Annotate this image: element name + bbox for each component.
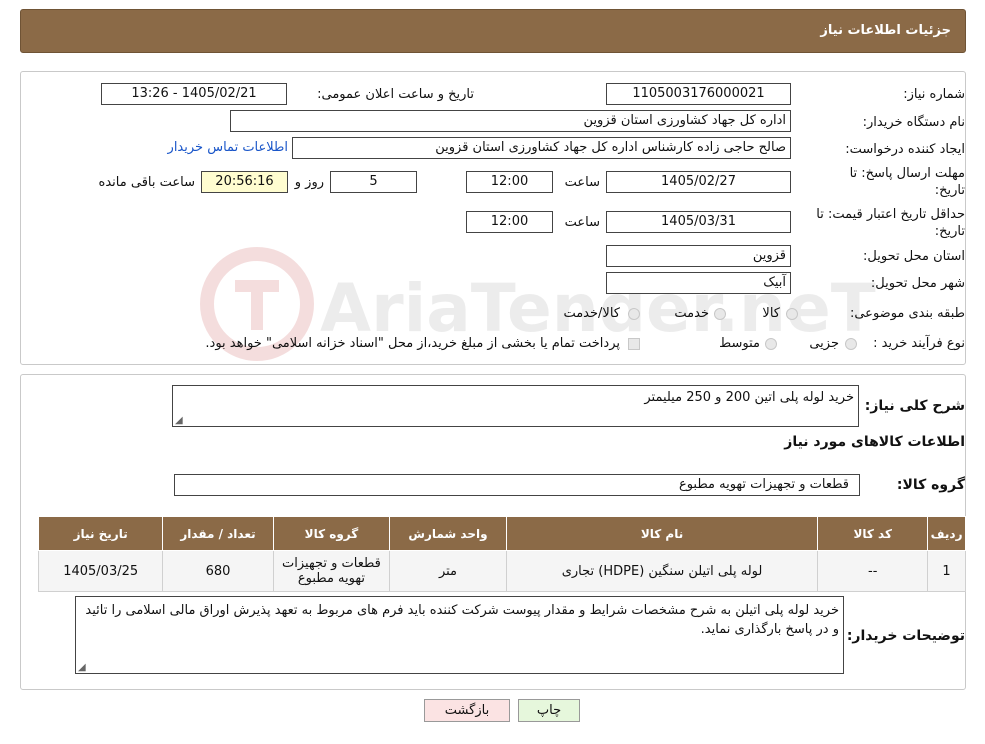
days-field[interactable]: 5 [330, 171, 417, 193]
goods-info-title: اطلاعات کالاهای مورد نیاز [784, 434, 965, 450]
cell-row: 1 [927, 550, 966, 592]
announce-label: تاریخ و ساعت اعلان عمومی: [317, 87, 474, 102]
province-label: استان محل تحویل: [863, 249, 965, 264]
goods-group-label: گروه کالا: [896, 477, 965, 493]
province-field[interactable]: قزوین [606, 245, 791, 267]
validity-time-field[interactable]: 12:00 [466, 211, 553, 233]
col-code: کد کالا [817, 516, 929, 551]
items-table-header: ردیف کد کالا نام کالا واحد شمارش گروه کا… [37, 516, 966, 551]
cell-quantity: 680 [162, 550, 274, 592]
resize-grip-icon[interactable]: ◢ [78, 662, 86, 673]
deadline-date-field[interactable]: 1405/02/27 [606, 171, 791, 193]
deadline-label-date: تاریخ: [934, 183, 965, 198]
treasury-checkbox[interactable] [628, 338, 640, 350]
category-option-goods-service: کالا/خدمت [563, 306, 620, 321]
page-title: جزئیات اطلاعات نیاز [820, 23, 951, 38]
validity-label-date: تاریخ: [934, 224, 965, 239]
validity-label: حداقل تاریخ اعتبار قیمت: تا [816, 207, 965, 222]
process-option-medium: متوسط [719, 336, 760, 351]
col-group: گروه کالا [272, 516, 391, 551]
need-number-field[interactable]: 1105003176000021 [606, 83, 791, 105]
payment-note: پرداخت تمام یا بخشی از مبلغ خرید،از محل … [205, 336, 620, 351]
category-radio-goods-service[interactable] [628, 308, 640, 320]
col-row: ردیف [927, 516, 966, 551]
buyer-notes-textarea[interactable]: خرید لوله پلی اتیلن به شرح مشخصات شرایط … [75, 596, 844, 674]
cell-code: -- [817, 550, 929, 592]
process-radio-minor[interactable] [845, 338, 857, 350]
validity-date-field[interactable]: 1405/03/31 [606, 211, 791, 233]
resize-grip-icon[interactable]: ◢ [175, 415, 183, 426]
cell-unit: متر [389, 550, 507, 592]
deadline-label: مهلت ارسال پاسخ: تا [849, 166, 965, 181]
buyer-org-field[interactable]: اداره کل جهاد کشاورزی استان قزوین [230, 110, 791, 132]
contact-buyer-link[interactable]: اطلاعات تماس خریدار [168, 140, 288, 155]
need-number-label: شماره نیاز: [903, 87, 965, 102]
deadline-time-label: ساعت [564, 175, 600, 190]
process-radio-medium[interactable] [765, 338, 777, 350]
deadline-time-field[interactable]: 12:00 [466, 171, 553, 193]
buyer-notes-text: خرید لوله پلی اتیلن به شرح مشخصات شرایط … [85, 603, 839, 637]
page-header: جزئیات اطلاعات نیاز [20, 9, 966, 53]
table-row: 1 -- لوله پلی اتیلن سنگین (HDPE) تجاری م… [37, 550, 966, 592]
category-radio-service[interactable] [714, 308, 726, 320]
description-text: خرید لوله پلی اتین 200 و 250 میلیمتر [644, 390, 854, 405]
city-field[interactable]: آبیک [606, 272, 791, 294]
category-option-service: خدمت [674, 306, 709, 321]
buyer-org-label: نام دستگاه خریدار: [862, 115, 965, 130]
category-option-goods: کالا [762, 306, 780, 321]
category-label: طبقه بندی موضوعی: [849, 306, 965, 321]
col-quantity: تعداد / مقدار [162, 516, 274, 551]
description-textarea[interactable]: خرید لوله پلی اتین 200 و 250 میلیمتر ◢ [172, 385, 859, 427]
col-name: نام کالا [505, 516, 819, 551]
items-table: ردیف کد کالا نام کالا واحد شمارش گروه کا… [37, 516, 966, 592]
col-date: تاریخ نیاز [37, 516, 164, 551]
validity-time-label: ساعت [564, 215, 600, 230]
back-button[interactable]: بازگشت [424, 699, 510, 722]
remaining-label: ساعت باقی مانده [98, 175, 195, 190]
process-label: نوع فرآیند خرید : [873, 336, 965, 351]
days-label: روز و [294, 175, 324, 190]
goods-group-field[interactable]: قطعات و تجهیزات تهویه مطبوع [174, 474, 860, 496]
category-radio-goods[interactable] [786, 308, 798, 320]
process-option-minor: جزیی [809, 336, 839, 351]
cell-name: لوله پلی اتیلن سنگین (HDPE) تجاری [505, 550, 819, 592]
creator-field[interactable]: صالح حاجی زاده کارشناس اداره کل جهاد کشا… [292, 137, 791, 159]
cell-date: 1405/03/25 [37, 550, 164, 592]
creator-label: ایجاد کننده درخواست: [845, 142, 965, 157]
buyer-notes-label: توضیحات خریدار: [846, 628, 965, 644]
remaining-time-field: 20:56:16 [201, 171, 288, 193]
col-unit: واحد شمارش [389, 516, 507, 551]
description-label: شرح کلی نیاز: [864, 398, 965, 414]
print-button[interactable]: چاپ [518, 699, 580, 722]
announce-field[interactable]: 1405/02/21 - 13:26 [101, 83, 287, 105]
city-label: شهر محل تحویل: [870, 276, 965, 291]
cell-group: قطعات و تجهیزات تهویه مطبوع [272, 550, 391, 592]
